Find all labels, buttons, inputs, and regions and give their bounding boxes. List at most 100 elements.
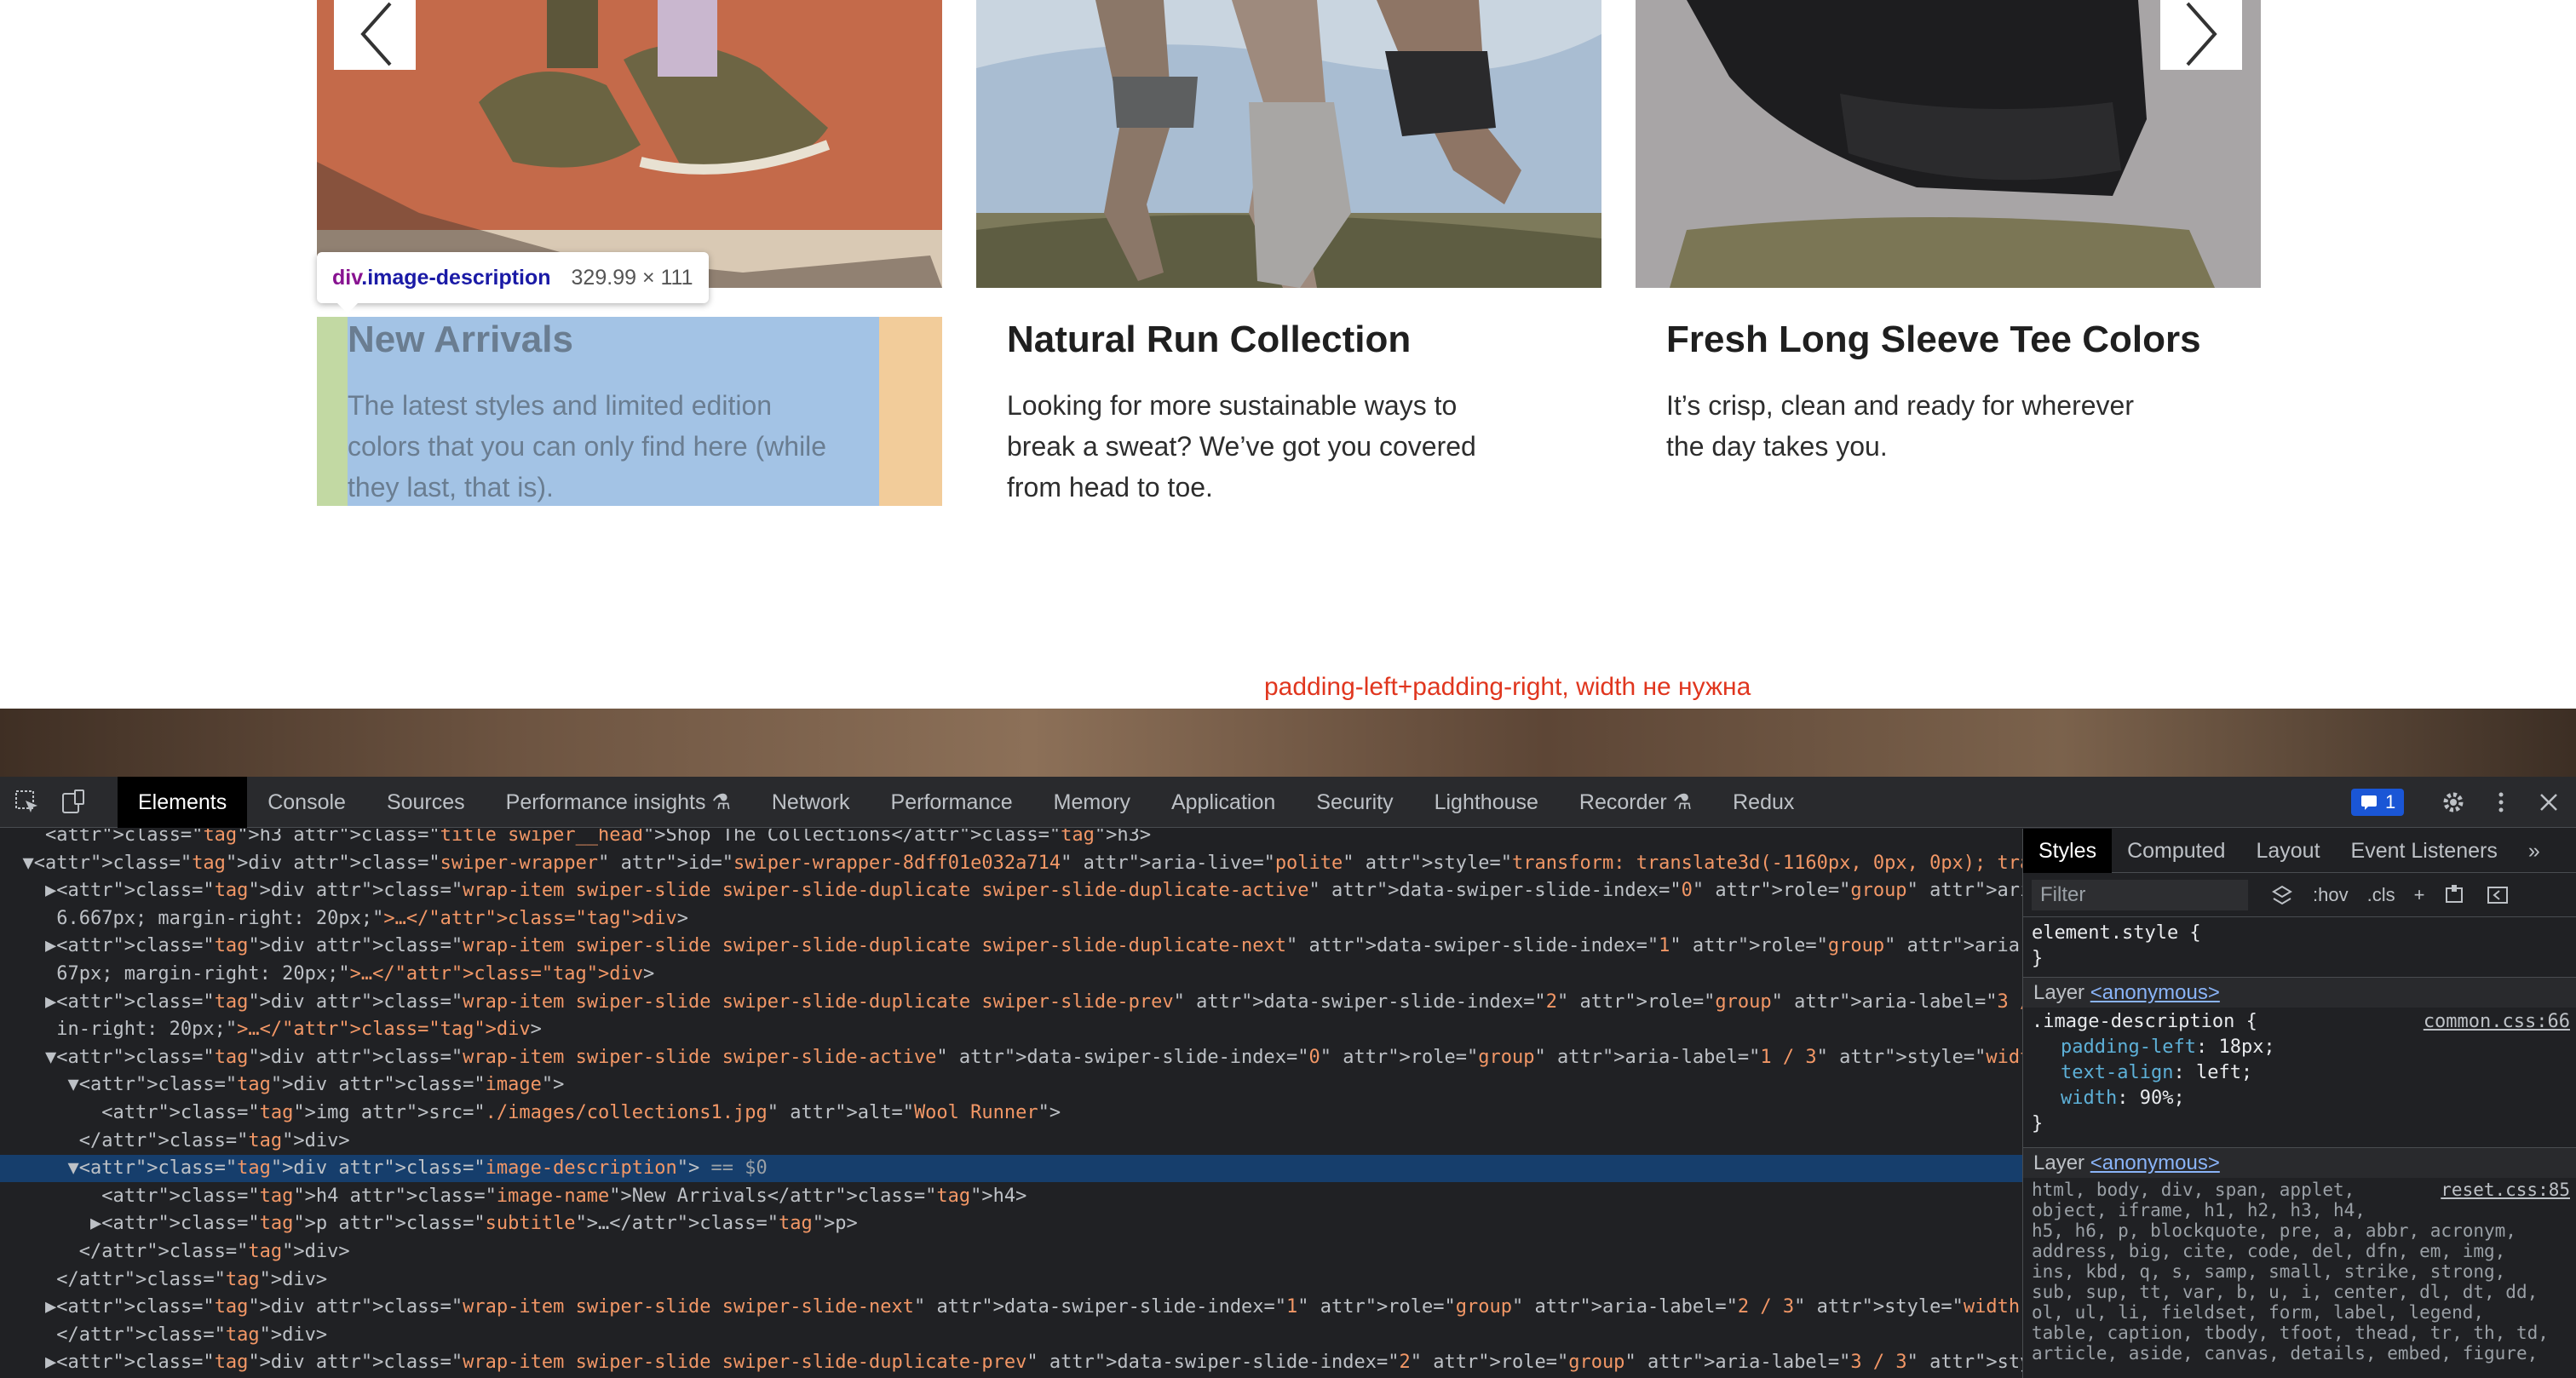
card-title: Fresh Long Sleeve Tee Colors xyxy=(1666,319,2201,360)
styles-tab[interactable]: Layout xyxy=(2240,829,2335,873)
css-property[interactable]: width xyxy=(2061,1088,2117,1109)
dom-node-line[interactable]: ▼<attr">class="tag">div attr">class="wra… xyxy=(0,1044,2022,1071)
devtools-tab[interactable]: Sources xyxy=(366,777,486,828)
devtools-tab[interactable]: Memory xyxy=(1033,777,1151,828)
card-subtitle: Looking for more sustainable ways to bre… xyxy=(1007,385,1518,508)
inspector-highlight-padding-left xyxy=(317,317,348,506)
reset-selector-line: ol, ul, li, fieldset, form, label, legen… xyxy=(2032,1302,2485,1323)
dom-node-line[interactable]: ▶<attr">class="tag">div attr">class="wra… xyxy=(0,877,2022,904)
reset-selector-line: ins, kbd, q, s, samp, small, strike, str… xyxy=(2032,1261,2506,1282)
devtools-tab[interactable]: Console xyxy=(247,777,366,828)
new-rule-button[interactable]: + xyxy=(2414,880,2425,910)
card-subtitle: The latest styles and limited edition co… xyxy=(348,385,859,508)
collection-image-runners[interactable] xyxy=(976,0,1601,288)
annotation-note: padding-left+padding-right, width не нуж… xyxy=(1264,673,1751,701)
styles-tab[interactable]: » xyxy=(2513,829,2556,873)
css-value[interactable]: left; xyxy=(2196,1062,2252,1083)
issues-count: 1 xyxy=(2385,791,2396,812)
devtools-tab[interactable]: Security xyxy=(1296,777,1413,828)
devtools-tab[interactable]: Recorder ⚗ xyxy=(1559,777,1712,828)
devtools-tab[interactable]: Performance xyxy=(871,777,1033,828)
device-toolbar-icon[interactable] xyxy=(60,789,87,816)
css-value[interactable]: 18px; xyxy=(2218,1036,2274,1058)
reset-selector-line: h5, h6, p, blockquote, pre, a, abbr, acr… xyxy=(2032,1220,2516,1241)
reset-css-rule[interactable]: reset.css:85 html, body, div, span, appl… xyxy=(2023,1180,2576,1364)
dom-node-line[interactable]: ▶<attr">class="tag">p attr">class="subti… xyxy=(0,1210,2022,1237)
styles-tabs: Styles Computed Layout Event Listeners» xyxy=(2023,829,2576,873)
dom-node-line[interactable]: </attr">class="tag">div> xyxy=(0,1266,2022,1294)
dom-node-line[interactable]: </attr">class="tag">div> xyxy=(0,1322,2022,1349)
issues-badge[interactable]: 1 xyxy=(2351,789,2405,816)
toggle-layers-icon[interactable] xyxy=(2270,880,2294,910)
section-background-image xyxy=(0,709,2576,777)
styles-sidebar: Styles Computed Layout Event Listeners» Fil… xyxy=(2022,829,2576,1378)
css-property[interactable]: text-align xyxy=(2061,1062,2173,1083)
elements-tree[interactable]: <attr">class="tag">h3 attr">class="title… xyxy=(0,829,2022,1378)
layer-header: Layer <anonymous> xyxy=(2023,1147,2576,1178)
rule-source-link[interactable]: common.css:66 xyxy=(2424,1009,2570,1035)
dom-node-line[interactable]: ▶<attr">class="tag">div attr">class="wra… xyxy=(0,1294,2022,1321)
element-style-rule[interactable]: element.style { } xyxy=(2023,921,2576,972)
chevron-right-icon xyxy=(2186,2,2217,66)
layer-link[interactable]: <anonymous> xyxy=(2090,981,2220,1004)
devtools-tab[interactable]: Lighthouse xyxy=(1414,777,1559,828)
devtools-tab[interactable]: Redux xyxy=(1712,777,1814,828)
cls-toggle[interactable]: .cls xyxy=(2367,880,2395,910)
subtitle-line: Looking for more sustainable ways to xyxy=(1007,390,1458,421)
dom-node-line[interactable]: in-right: 20px;">…</"attr">class="tag">d… xyxy=(0,1016,2022,1043)
card-title: New Arrivals xyxy=(348,319,573,360)
styles-tab[interactable]: Styles xyxy=(2023,829,2113,873)
dom-node-line[interactable]: ▼<attr">class="tag">div attr">class="ima… xyxy=(0,1071,2022,1099)
subtitle-line: colors that you can only find here (whil… xyxy=(348,431,827,462)
styles-filter-bar: Filter :hov .cls + xyxy=(2023,873,2576,917)
dom-node-line[interactable]: 6.667px; margin-right: 20px;">…</"attr">… xyxy=(0,905,2022,933)
dom-node-selected[interactable]: ▼<attr">class="tag">div attr">class="ima… xyxy=(0,1155,2022,1183)
dom-node-line[interactable]: <attr">class="tag">img attr">src="./imag… xyxy=(0,1100,2022,1127)
computed-styles-icon[interactable] xyxy=(2443,880,2467,910)
styles-tab[interactable]: Event Listeners xyxy=(2336,829,2513,873)
dom-node-line[interactable]: ▶<attr">class="tag">div attr">class="wra… xyxy=(0,1349,2022,1376)
css-property[interactable]: padding-left xyxy=(2061,1036,2196,1058)
gear-icon[interactable] xyxy=(2440,789,2467,816)
tooltip-size: 329.99 × 111 xyxy=(571,265,693,290)
dom-node-line[interactable]: </attr">class="tag">div> xyxy=(0,1238,2022,1266)
reset-selector-line: sub, sup, tt, var, b, u, i, center, dl, … xyxy=(2032,1282,2539,1302)
devtools-tab[interactable]: Application xyxy=(1151,777,1296,828)
image-description-rule[interactable]: .image-description { common.css:66 paddi… xyxy=(2023,1009,2576,1137)
devtools-tab[interactable]: Performance insights ⚗ xyxy=(486,777,751,828)
layer-label: Layer xyxy=(2033,1151,2085,1174)
rule-selector: .image-description { xyxy=(2032,1011,2257,1032)
reset-selector-line: object, iframe, h1, h2, h3, h4, xyxy=(2032,1200,2366,1220)
dom-node-line[interactable]: ▼<attr">class="tag">div attr">class="swi… xyxy=(0,850,2022,877)
styles-tab[interactable]: Computed xyxy=(2112,829,2240,873)
card-subtitle: It’s crisp, clean and ready for wherever… xyxy=(1666,385,2177,467)
more-vertical-icon[interactable] xyxy=(2487,789,2515,816)
styles-filter-input[interactable]: Filter xyxy=(2032,880,2248,910)
dom-node-line[interactable]: <attr">class="tag">h3 attr">class="title… xyxy=(0,829,2022,849)
subtitle-line: from head to toe. xyxy=(1007,472,1213,502)
card-title: Natural Run Collection xyxy=(1007,319,1412,360)
dom-node-line[interactable]: </attr">class="tag">div> xyxy=(0,1128,2022,1155)
close-icon[interactable] xyxy=(2535,789,2562,816)
subtitle-line: The latest styles and limited edition xyxy=(348,390,773,421)
hov-toggle[interactable]: :hov xyxy=(2313,880,2349,910)
devtools-tab[interactable]: Network xyxy=(751,777,871,828)
css-value[interactable]: 90%; xyxy=(2140,1088,2185,1109)
inspector-tooltip: div.image-description 329.99 × 111 xyxy=(317,252,709,313)
next-slide-arrow[interactable] xyxy=(2160,0,2242,70)
inspect-element-icon[interactable] xyxy=(14,789,41,816)
dom-node-line[interactable]: 67px; margin-right: 20px;">…</"attr">cla… xyxy=(0,961,2022,988)
tooltip-tag: div xyxy=(332,265,362,290)
prev-slide-arrow[interactable] xyxy=(334,0,416,70)
devtools-tab[interactable]: Elements xyxy=(118,777,248,828)
dom-node-line[interactable]: <attr">class="tag">h4 attr">class="image… xyxy=(0,1183,2022,1210)
reset-source-link[interactable]: reset.css:85 xyxy=(2441,1180,2570,1200)
layer-header: Layer <anonymous> xyxy=(2023,977,2576,1008)
sidebar-toggle-icon[interactable] xyxy=(2486,880,2510,910)
dom-node-line[interactable]: ▶<attr">class="tag">div attr">class="wra… xyxy=(0,933,2022,960)
layer-link[interactable]: <anonymous> xyxy=(2090,1151,2220,1174)
reset-selector-line: table, caption, tbody, tfoot, thead, tr,… xyxy=(2032,1323,2549,1343)
dom-node-line[interactable]: ▶<attr">class="tag">div attr">class="wra… xyxy=(0,989,2022,1016)
web-page: New Arrivals The latest styles and limit… xyxy=(0,0,2576,777)
subtitle-line: the day takes you. xyxy=(1666,431,1888,462)
